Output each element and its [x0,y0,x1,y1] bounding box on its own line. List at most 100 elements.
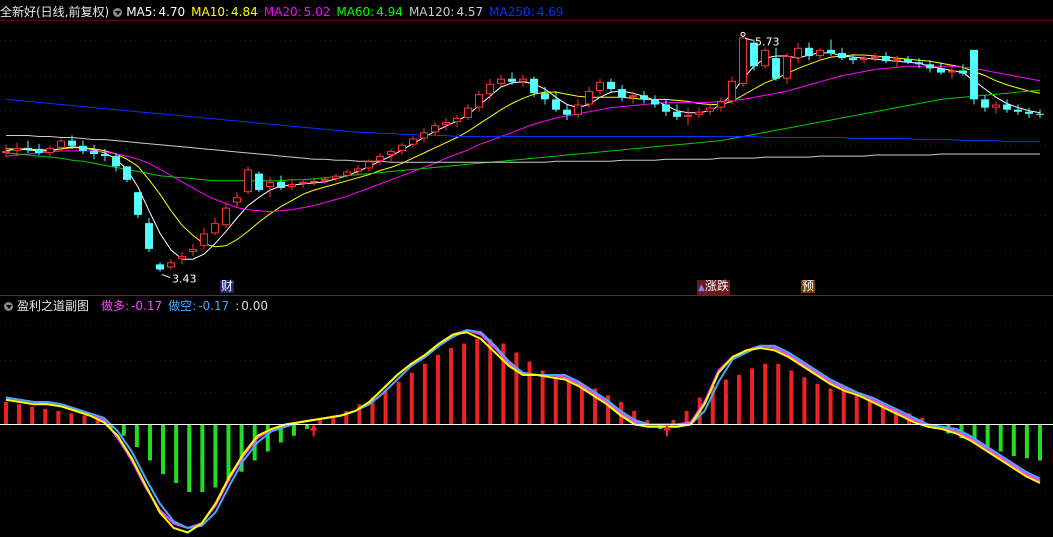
candle-body-down [607,81,615,90]
candle-body-up [783,56,791,79]
candle-body-up [409,138,417,145]
candle-body-up [992,104,1000,108]
histogram-bar [305,424,310,429]
stock-title: 全新好(日线,前复权) [0,5,110,19]
candle-body-down [90,150,98,155]
ma-legend-item-label: MA60: [336,5,375,19]
candle-body-up [497,78,505,84]
candle-body-up [794,47,802,59]
histogram-bar [17,404,22,425]
sub-indicator-menu-icon[interactable] [4,302,13,311]
candle-body-up [871,56,879,59]
candle-body-down [79,145,87,151]
histogram-bar [828,388,833,425]
candle-body-up [453,117,461,123]
histogram-bar [815,384,820,425]
event-marker-forecast[interactable]: 预 [801,280,816,293]
histogram-bar [1038,424,1042,461]
candle-body-up [200,233,208,246]
candle-body-up [365,161,373,169]
histogram-bar [318,420,323,425]
sub-panel-header: 盈利之道副图 做多: -0.17 做空: -0.17:0.00 [0,297,280,315]
indicator-menu-icon[interactable] [113,8,123,17]
histogram-bar [82,415,87,425]
candle-body-down [101,154,109,157]
histogram-bar [56,411,61,425]
candle-body-up [376,156,384,162]
histogram-bar [985,424,990,447]
candle-body-up [431,125,439,133]
histogram-bar [383,390,388,425]
histogram-bar [736,375,741,425]
candle-body-down [662,104,670,112]
sub-legend-item-value: -0.17 [131,299,163,313]
candle-body-up [442,122,450,126]
sub-legend: 做多: -0.17 做空: -0.17:0.00 [101,299,274,313]
histogram-bar [422,363,427,425]
candle-body-up [167,262,175,268]
candle-body-down [112,156,120,167]
candle-body-down [277,181,285,189]
candle-body-up [288,183,296,188]
candle-body-up [486,83,494,95]
candle-body-down [904,59,912,63]
candle-body-down [915,62,923,65]
candle-body-up [585,91,593,105]
sub-legend-item-value: -0.17 [198,299,230,313]
histogram-bar [802,377,807,425]
histogram-bar [43,408,48,425]
buy-signal-arrowhead [309,424,318,431]
histogram-bar [187,424,192,492]
histogram-bar [213,424,218,488]
sub-legend-item-0: 做多: -0.17 [101,299,162,313]
ma-line-ma250 [5,98,1040,143]
histogram-bar [776,363,781,425]
histogram-bar [841,390,846,425]
histogram-bar [540,370,545,425]
candle-body-down [981,99,989,108]
ma-legend-item-label: MA5: [126,5,157,19]
candle-body-up [387,150,395,156]
ma-legend-item-4: MA120: 4.57 [409,5,483,19]
ma-legend-item-value: 5.02 [303,5,331,19]
ma-line-ma120 [6,135,1040,163]
candle-body-down [651,99,659,105]
candle-body-up [299,181,307,184]
sub-legend-item-label: 做空: [168,299,197,313]
candle-body-down [1036,113,1044,115]
ma-legend-item-1: MA10: 4.84 [191,5,258,19]
candle-body-up [222,207,230,226]
sub-legend-item-2: :0.00 [235,299,268,313]
histogram-bar [265,424,270,452]
event-marker-finance[interactable]: 财 [220,280,235,293]
ma-legend-item-value: 4.84 [231,5,258,19]
candle-body-down [937,68,945,73]
candle-body-down [255,173,263,191]
candle-body-down [970,49,978,100]
histogram-bar [514,352,519,425]
candle-body-down [838,52,846,59]
candle-body-up [464,107,472,118]
main-panel-header: 全新好(日线,前复权) MA5: 4.70 MA10: 4.84 MA20: 5.02 MA6… [0,3,575,21]
stock-chart-canvas[interactable]: 5.73 3.43 [0,0,1053,537]
histogram-bar [134,424,139,447]
ma-legend-item-0: MA5: 4.70 [126,5,185,19]
ma-legend-item-value: 4.70 [158,5,186,19]
candle-body-up [717,101,725,108]
histogram-bar [789,370,794,425]
candle-body-up [211,223,219,234]
candle-body-down [959,70,967,74]
candle-body-up [178,256,186,260]
ma-legend-item-label: MA250: [489,5,535,19]
histogram-bar [998,424,1003,452]
candle-body-down [68,140,76,146]
histogram-bar [488,339,493,425]
histogram-bar [527,361,532,425]
candle-body-down [530,78,538,94]
low-pointer [161,274,171,279]
candle-body-up [948,70,956,73]
event-marker-limit[interactable]: ▲涨跌 [697,280,730,295]
candle-body-up [728,80,736,102]
candle-body-up [266,181,274,188]
high-label: 5.73 [755,35,780,48]
